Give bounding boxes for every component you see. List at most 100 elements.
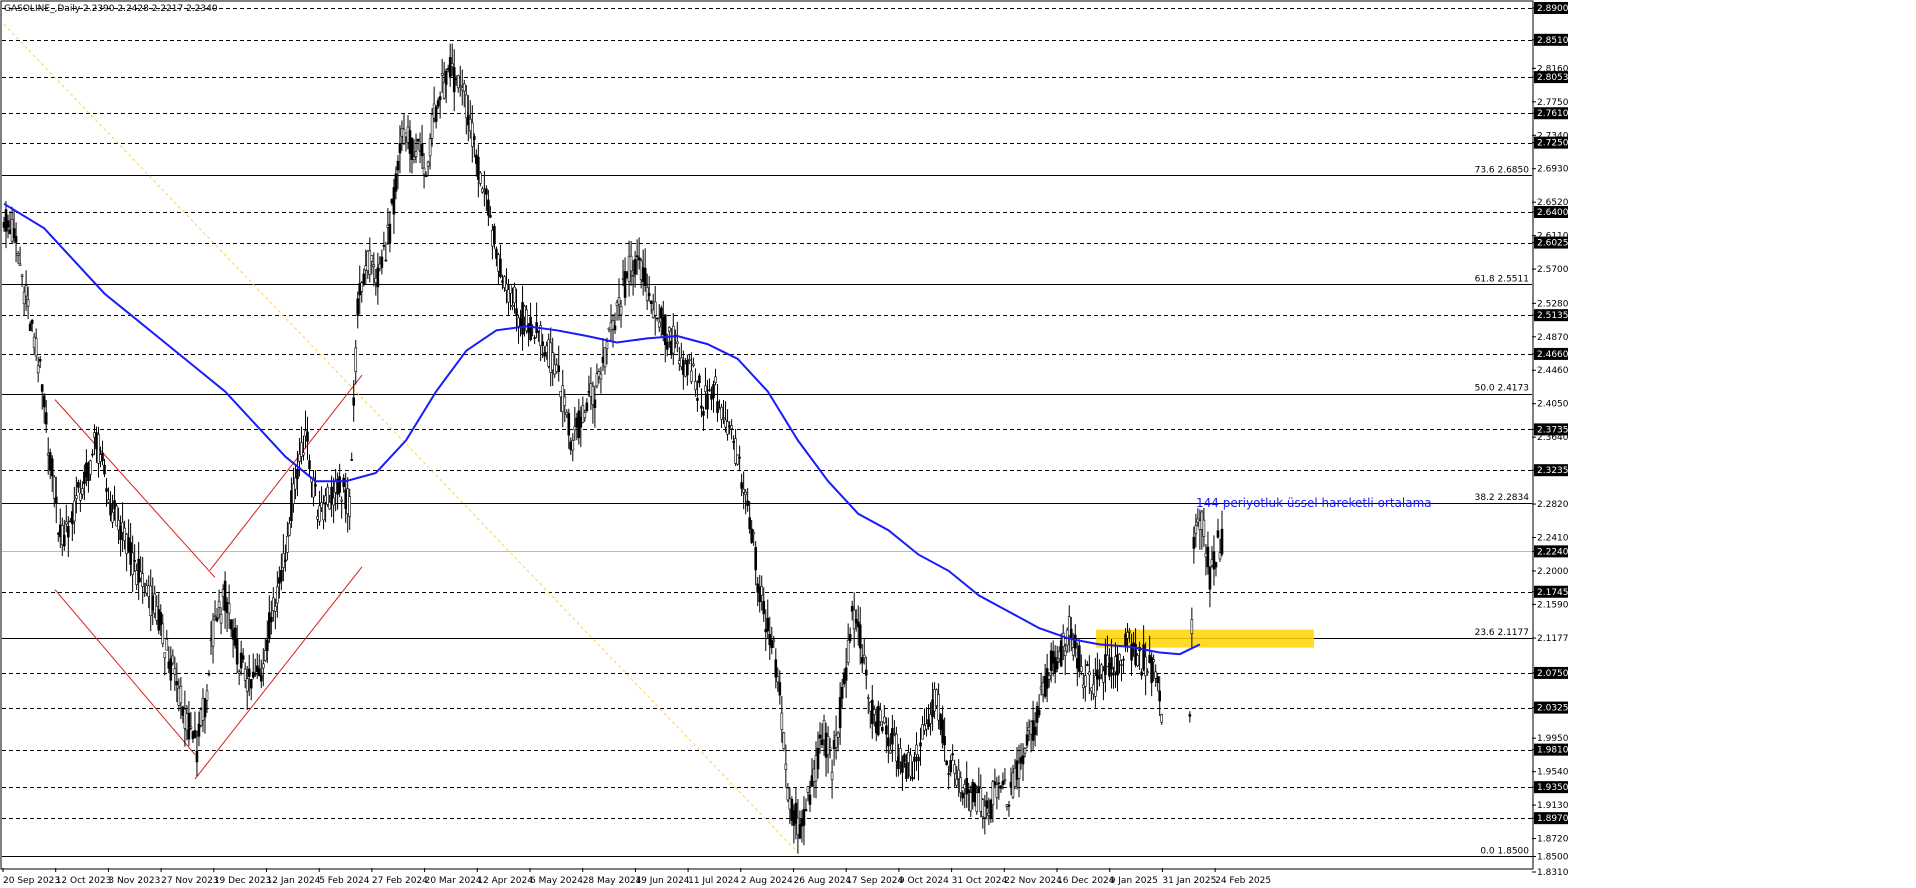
candle-body	[1007, 804, 1011, 807]
candle-body	[1156, 676, 1159, 684]
candle-body	[358, 283, 362, 296]
candle-body	[557, 365, 561, 372]
candle-body	[34, 338, 38, 357]
candle-body	[489, 214, 492, 218]
candle-body	[810, 775, 814, 787]
candle-body	[790, 799, 794, 821]
candle-body	[1084, 675, 1087, 687]
candle-body	[1035, 705, 1039, 723]
candle-body	[969, 792, 973, 812]
candle-body	[760, 586, 764, 596]
candle-body	[58, 524, 62, 538]
x-tick-label: 22 Nov 2024	[1004, 876, 1062, 886]
candle-body	[268, 612, 271, 640]
candle-body	[56, 532, 60, 535]
candle-body	[778, 682, 782, 696]
candle-body	[211, 619, 215, 647]
candle-body	[1029, 721, 1033, 735]
candle-body	[497, 254, 500, 272]
candle-body	[430, 114, 434, 139]
fib-label: 61.8 2.5511	[1475, 274, 1529, 284]
candle-body	[879, 709, 882, 722]
y-tick-label: 2.1177	[1537, 634, 1569, 644]
y-tick-label: 1.8970	[1537, 814, 1569, 824]
candle-body	[366, 250, 370, 271]
candle-body	[720, 406, 723, 420]
candle-body	[308, 460, 311, 470]
candle-body	[487, 199, 490, 216]
candle-body	[1019, 757, 1023, 763]
candle-body	[987, 812, 991, 816]
candle-body	[460, 87, 464, 91]
candle-body	[692, 363, 695, 366]
candle-body	[161, 623, 165, 645]
candle-body	[129, 542, 132, 565]
candle-body	[621, 278, 625, 280]
candle-body	[414, 151, 418, 157]
candle-body	[247, 668, 251, 677]
candle-body	[300, 442, 303, 457]
candle-body	[304, 430, 307, 437]
candle-body	[682, 359, 685, 375]
candle-body	[332, 497, 335, 506]
candle-body	[270, 617, 273, 623]
candle-body	[1053, 656, 1057, 673]
candle-body	[454, 78, 458, 80]
candle-body	[595, 373, 599, 387]
candle-body	[75, 495, 78, 499]
candle-body	[553, 364, 557, 375]
candle-body	[943, 736, 946, 746]
candle-body	[1073, 634, 1077, 649]
candle-body	[1080, 666, 1083, 672]
x-tick-label: 26 Aug 2024	[794, 876, 852, 886]
candle-body	[945, 760, 948, 766]
fib-label: 0.0 1.8500	[1480, 846, 1529, 856]
candle-body	[117, 519, 120, 531]
y-tick-label: 2.2820	[1537, 500, 1569, 510]
candle-body	[139, 571, 142, 579]
candle-body	[919, 742, 922, 747]
candle-body	[836, 732, 840, 738]
candle-body	[344, 489, 347, 509]
candle-body	[473, 136, 476, 140]
x-tick-label: 11 Jul 2024	[688, 876, 739, 886]
candle-body	[390, 198, 394, 204]
candle-body	[967, 789, 971, 793]
candle-body	[744, 491, 747, 495]
x-tick-label: 5 Feb 2024	[319, 876, 370, 886]
fib-label: 50.0 2.4173	[1475, 384, 1529, 394]
y-tick-label: 1.9130	[1537, 801, 1569, 811]
candle-body	[511, 305, 514, 308]
candle-body	[131, 552, 134, 575]
candle-body	[724, 419, 727, 428]
candle-body	[1216, 530, 1220, 538]
candle-body	[627, 255, 631, 282]
candle-body	[832, 739, 836, 750]
candle-body	[177, 687, 181, 706]
candle-body	[493, 225, 496, 244]
candle-body	[394, 173, 398, 192]
candle-body	[519, 317, 522, 327]
candle-body	[593, 399, 597, 408]
candle-body	[20, 274, 24, 277]
candle-body	[1086, 664, 1089, 666]
candle-body	[320, 502, 323, 508]
candle-body	[768, 634, 772, 646]
candle-body	[330, 486, 333, 504]
candle-body	[953, 764, 956, 774]
candle-body	[561, 385, 565, 413]
candle-body	[408, 130, 412, 154]
candle-body	[1148, 654, 1151, 664]
candle-body	[1069, 628, 1073, 640]
candle-body	[448, 57, 452, 78]
candle-body	[215, 617, 219, 622]
candle-body	[603, 347, 607, 368]
candle-body	[854, 618, 858, 624]
candle-body	[828, 747, 832, 750]
candle-body	[446, 68, 450, 70]
candle-body	[1017, 763, 1021, 779]
y-tick-label: 2.4460	[1537, 366, 1569, 376]
candle-body	[73, 500, 76, 522]
candle-body	[187, 712, 191, 740]
candle-body	[231, 629, 235, 640]
